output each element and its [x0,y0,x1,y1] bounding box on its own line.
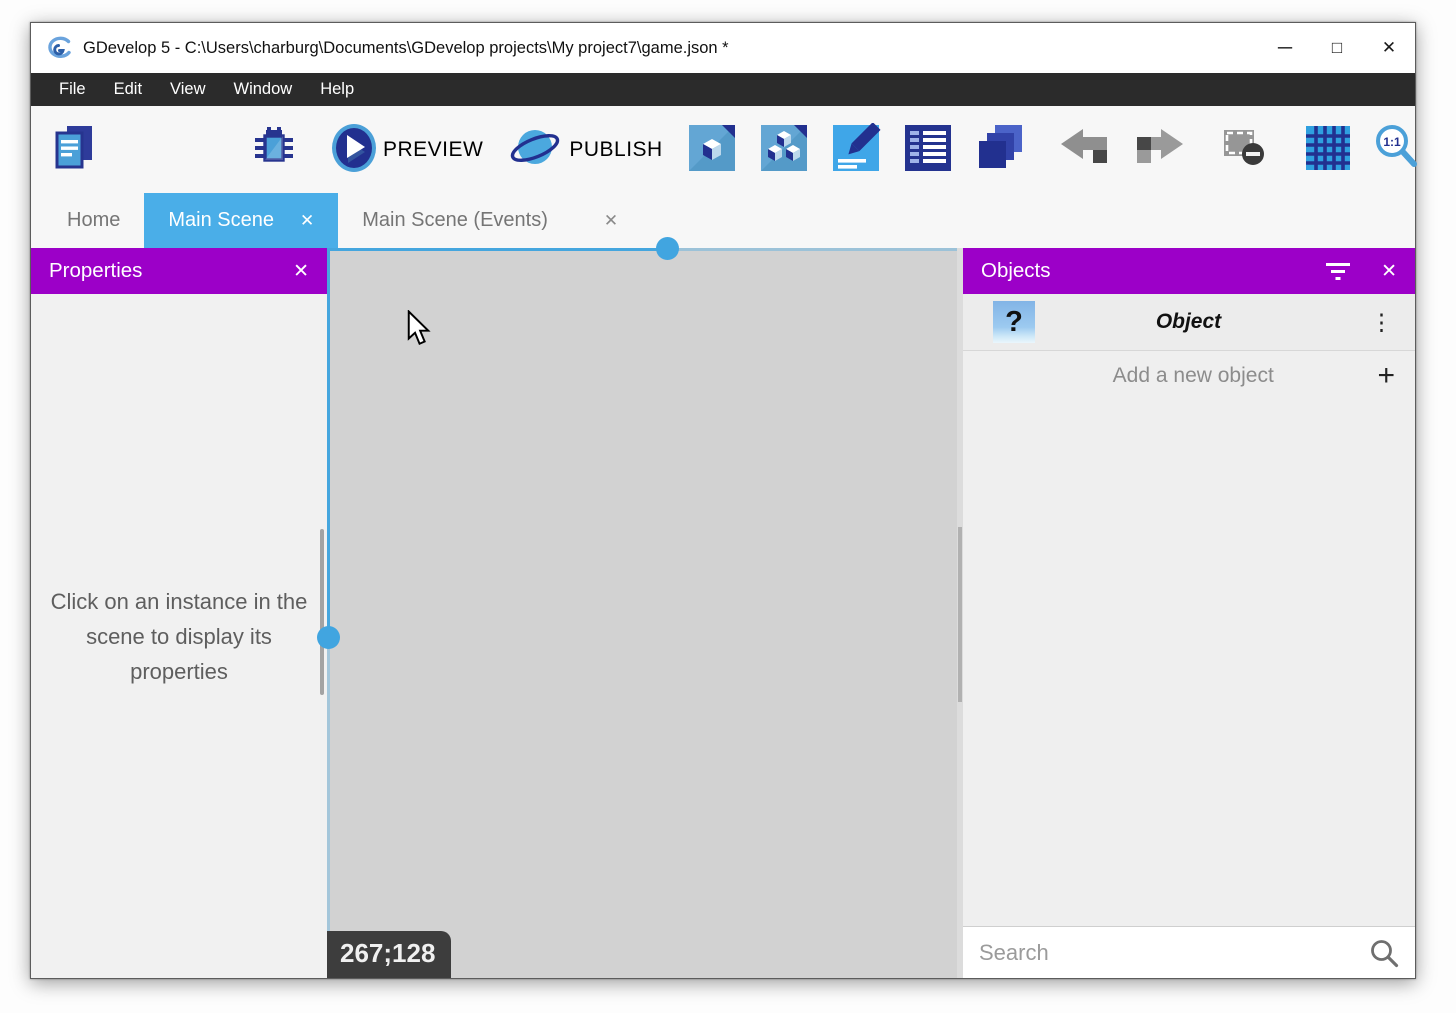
menu-bar: File Edit View Window Help [31,73,1415,106]
tab-bar: Home Main Scene ✕ Main Scene (Events) ✕ [31,193,1415,248]
canvas-right-scroll-thumb[interactable] [958,527,962,702]
events-sheet-icon [903,123,953,176]
tab-home[interactable]: Home [43,193,144,248]
grid-icon [1303,123,1353,176]
properties-panel-title: Properties [49,259,142,283]
tab-main-scene[interactable]: Main Scene ✕ [144,193,338,248]
filter-icon[interactable] [1325,260,1351,282]
preview-button[interactable]: PREVIEW [327,118,487,181]
edit-object-groups-button[interactable] [755,119,813,180]
layers-icon [975,123,1025,176]
play-icon [331,122,377,177]
objects-search-bar [963,926,1415,978]
object-unknown-type-icon: ? [993,301,1035,343]
preview-label: PREVIEW [383,138,483,162]
desktop: GDevelop 5 - C:\Users\charburg\Documents… [0,0,1456,1013]
menu-help[interactable]: Help [306,73,368,106]
properties-scrollbar[interactable] [320,529,324,695]
edit-objects-button[interactable] [683,119,741,180]
tab-main-scene-events-label: Main Scene (Events) [362,209,548,232]
menu-file[interactable]: File [45,73,100,106]
toggle-mask-button[interactable] [1215,119,1275,180]
tab-main-scene-events[interactable]: Main Scene (Events) ✕ [338,193,636,248]
vertical-scroll-track [327,638,330,978]
minimize-button[interactable]: ─ [1259,23,1311,73]
maximize-button[interactable]: □ [1311,23,1363,73]
object-groups-icon [759,123,809,176]
publish-label: PUBLISH [569,138,662,162]
objects-list-empty-space [963,401,1415,926]
add-object-row[interactable]: Add a new object + [963,351,1415,401]
horizontal-scroll-track [667,248,957,251]
edit-pencil-icon [831,123,881,176]
window-title: GDevelop 5 - C:\Users\charburg\Documents… [83,39,729,58]
properties-body: Click on an instance in the scene to dis… [31,294,327,978]
mask-icon [1219,123,1271,176]
debugger-button[interactable] [245,119,303,180]
gdevelop-window: GDevelop 5 - C:\Users\charburg\Documents… [30,22,1416,979]
objects-close-icon[interactable]: ✕ [1381,260,1397,283]
tab-close-icon[interactable]: ✕ [604,211,618,231]
vertical-scroll-thumb[interactable] [317,626,340,649]
search-input[interactable] [979,940,1369,966]
publish-globe-icon [509,122,563,177]
tab-main-scene-label: Main Scene [168,209,274,232]
horizontal-scroll-thumb[interactable] [656,237,679,260]
properties-close-icon[interactable]: ✕ [293,260,309,283]
objects-panel-header: Objects ✕ [963,248,1415,294]
redo-button[interactable] [1129,123,1191,176]
object-menu-icon[interactable]: ⋮ [1370,311,1393,334]
edit-events-button[interactable] [899,119,957,180]
objects-panel: Objects ✕ ? Object ⋮ [963,248,1415,978]
cursor-coordinates-badge: 267;128 [327,931,451,978]
vertical-scroll-track [327,248,330,638]
undo-icon [1057,127,1111,172]
toolbar: PREVIEW PUBLISH [31,106,1415,193]
properties-panel: Properties ✕ Click on an instance in the… [31,248,327,978]
redo-icon [1133,127,1187,172]
objects-cube-icon [687,123,737,176]
project-manager-button[interactable] [45,119,103,180]
object-name: Object [1035,310,1342,334]
menu-edit[interactable]: Edit [100,73,156,106]
edit-layers-button[interactable] [971,119,1029,180]
tab-close-icon[interactable]: ✕ [300,211,314,231]
horizontal-scroll-track [327,248,667,251]
add-object-label: Add a new object [1009,364,1377,388]
add-object-plus-icon[interactable]: + [1377,361,1395,391]
main-area: Properties ✕ Click on an instance in the… [31,248,1415,978]
window-controls: ─ □ ✕ [1259,23,1415,73]
objects-panel-title: Objects [981,259,1051,283]
properties-empty-message: Click on an instance in the scene to dis… [31,584,327,689]
menu-window[interactable]: Window [220,73,307,106]
menu-view[interactable]: View [156,73,219,106]
scene-canvas[interactable]: 267;128 [327,248,957,978]
properties-panel-header: Properties ✕ [31,248,327,294]
gdevelop-logo-icon [46,35,73,62]
debug-bug-icon [249,123,299,176]
edit-scene-properties-button[interactable] [827,119,885,180]
toggle-grid-button[interactable] [1299,119,1357,180]
zoom-1-1-icon: 1:1 [1373,123,1421,176]
undo-button[interactable] [1053,123,1115,176]
tab-home-label: Home [67,209,120,232]
scene-settings-button[interactable] [1449,119,1456,180]
search-icon[interactable] [1369,938,1399,968]
project-manager-icon [49,123,99,176]
svg-text:1:1: 1:1 [1383,135,1401,149]
object-list-item[interactable]: ? Object ⋮ [963,294,1415,351]
close-button[interactable]: ✕ [1363,23,1415,73]
mouse-cursor-icon [407,310,433,351]
canvas-right-scrollbar[interactable] [957,248,963,978]
publish-button[interactable]: PUBLISH [505,118,666,181]
title-bar: GDevelop 5 - C:\Users\charburg\Documents… [31,23,1415,73]
zoom-original-button[interactable]: 1:1 [1369,119,1425,180]
